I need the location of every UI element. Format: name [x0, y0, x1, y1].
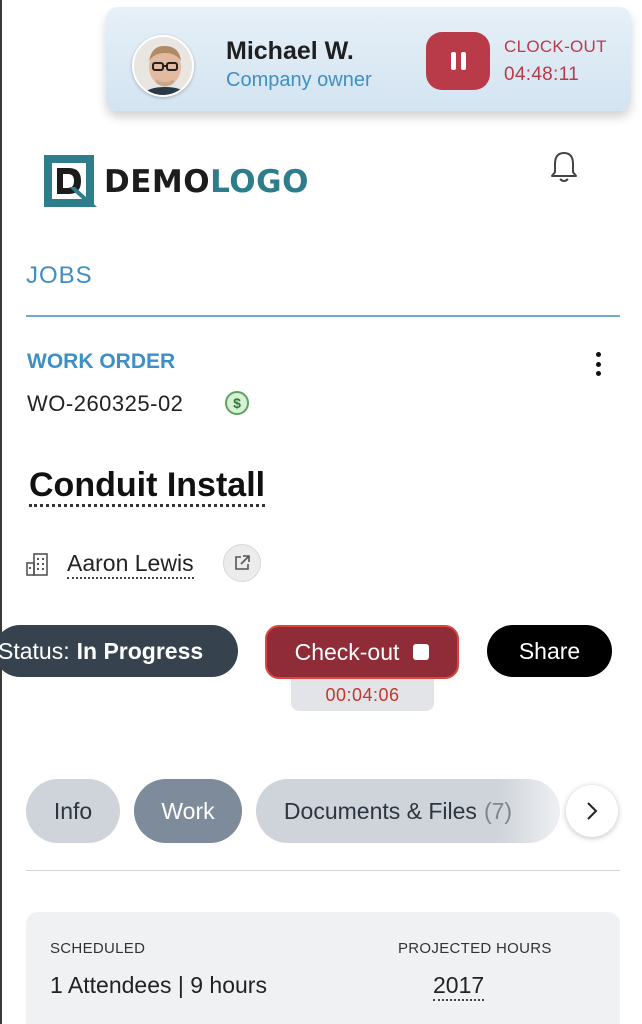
- clock-out-label: CLOCK-OUT: [504, 37, 607, 56]
- scheduled-value: 1 Attendees | 9 hours: [50, 972, 267, 998]
- kebab-dot-1: [595, 352, 601, 357]
- job-title[interactable]: Conduit Install: [29, 466, 266, 507]
- tab-documents-count: (7): [483, 797, 513, 824]
- status-prefix: Status:: [0, 637, 70, 664]
- bell-icon[interactable]: [549, 150, 579, 184]
- status-dropdown[interactable]: Status: In Progress: [0, 625, 238, 677]
- chevron-right-icon: [587, 802, 598, 820]
- share-button[interactable]: Share: [487, 625, 612, 677]
- summary-card: SCHEDULED 1 Attendees | 9 hours PROJECTE…: [26, 912, 620, 1024]
- clock-out-time: 04:48:11: [504, 64, 579, 85]
- projected-hours-value[interactable]: 2017: [433, 972, 485, 1001]
- pause-icon-bar: [460, 52, 466, 70]
- avatar[interactable]: [132, 35, 194, 97]
- logo-text[interactable]: DEMOLOGO: [104, 164, 309, 200]
- building-icon: [25, 551, 51, 577]
- more-options-icon[interactable]: [590, 352, 606, 376]
- scheduled-label: SCHEDULED: [50, 940, 146, 957]
- left-border: [0, 0, 2, 1024]
- tab-documents-files[interactable]: Documents & Files (7): [256, 779, 560, 843]
- tab-info[interactable]: Info: [26, 779, 120, 843]
- client-name-link[interactable]: Aaron Lewis: [67, 550, 194, 579]
- status-value: In Progress: [76, 637, 204, 664]
- external-link-button[interactable]: [223, 544, 261, 582]
- check-out-button[interactable]: Check-out: [265, 625, 459, 679]
- clock-out-card: Michael W. Company owner CLOCK-OUT 04:48…: [106, 7, 631, 111]
- logo-word-demo: DEMO: [104, 164, 211, 200]
- projected-hours-label: PROJECTED HOURS: [398, 940, 552, 957]
- external-link-icon: [235, 555, 250, 570]
- check-out-timer: 00:04:06: [291, 679, 434, 711]
- stop-icon: [413, 644, 430, 660]
- tab-documents-label: Documents & Files: [283, 797, 477, 824]
- user-name: Michael W.: [226, 37, 354, 65]
- kebab-dot-3: [595, 371, 601, 376]
- tabs-next-button[interactable]: [566, 785, 618, 837]
- check-out-label: Check-out: [294, 638, 400, 665]
- user-role: Company owner: [226, 69, 372, 91]
- kebab-dot-2: [595, 361, 601, 367]
- page-title: JOBS: [26, 262, 93, 289]
- pause-icon: [450, 52, 456, 70]
- logo-word-logo: LOGO: [210, 164, 309, 200]
- pause-button[interactable]: [426, 32, 490, 90]
- billable-badge-icon: $: [225, 391, 249, 415]
- work-order-label: WORK ORDER: [27, 350, 176, 373]
- tab-work[interactable]: Work: [134, 779, 242, 843]
- section-divider: [26, 315, 620, 317]
- tabs-divider: [26, 870, 620, 871]
- logo-icon[interactable]: [43, 154, 99, 210]
- work-order-number: WO-260325-02: [27, 391, 184, 416]
